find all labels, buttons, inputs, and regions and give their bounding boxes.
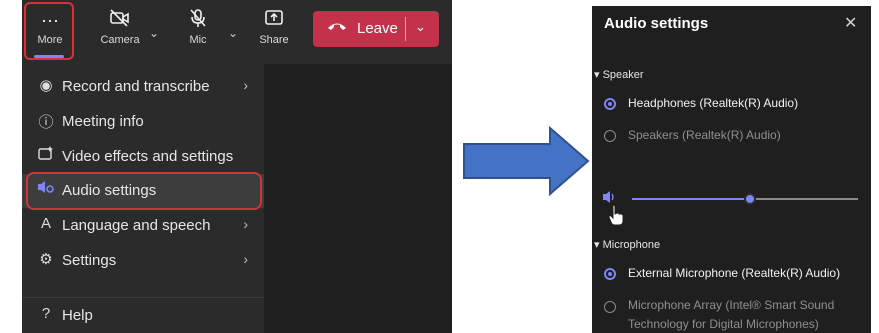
- caret-down-icon: ▾: [594, 239, 600, 251]
- camera-off-icon: [96, 8, 144, 34]
- record-icon: ◉: [39, 77, 53, 94]
- speaker-radio-speakers[interactable]: [604, 130, 616, 142]
- info-icon: ⓘ: [38, 114, 54, 131]
- more-button-highlight: [24, 2, 74, 60]
- speaker-option-label: Headphones (Realtek(R) Audio): [628, 96, 799, 110]
- menu-divider: [22, 297, 264, 298]
- panel-title: Audio settings: [604, 15, 709, 32]
- audio-settings-highlight: [26, 172, 262, 210]
- speaker-section-header[interactable]: ▾ Speaker: [594, 68, 644, 81]
- more-button-active-indicator: [34, 55, 64, 58]
- video-effects-icon: [36, 146, 56, 164]
- menu-item-language-and-speech[interactable]: A Language and speech ›: [22, 209, 264, 243]
- hand-cursor-icon: [608, 204, 624, 232]
- camera-button[interactable]: Camera: [96, 8, 144, 60]
- audio-settings-panel: Audio settings ✕ ▾ Speaker Headphones (R…: [592, 6, 871, 333]
- mic-button[interactable]: Mic: [180, 8, 216, 60]
- share-button[interactable]: Share: [256, 8, 292, 60]
- microphone-radio-array[interactable]: [604, 301, 616, 313]
- mic-off-icon: [180, 8, 216, 34]
- share-screen-icon: [256, 8, 292, 34]
- meeting-toolbar: ⋯ More Camera ⌄ Mic ⌄ Share Leave ⌄: [22, 0, 452, 64]
- submenu-chevron-icon: ›: [243, 77, 248, 93]
- menu-item-record-and-transcribe[interactable]: ◉ Record and transcribe ›: [22, 70, 264, 104]
- mic-options-chevron-icon[interactable]: ⌄: [228, 26, 238, 40]
- speaker-volume-thumb[interactable]: [743, 193, 756, 205]
- speaker-volume-slider[interactable]: [632, 193, 858, 205]
- microphone-section-header[interactable]: ▾ Microphone: [594, 238, 660, 251]
- camera-options-chevron-icon[interactable]: ⌄: [149, 26, 159, 40]
- close-icon[interactable]: ✕: [844, 13, 857, 33]
- microphone-option-label: External Microphone (Realtek(R) Audio): [628, 266, 841, 280]
- speaker-radio-headphones[interactable]: [604, 98, 616, 110]
- microphone-option-label-line1: Microphone Array (Intel® Smart Sound: [628, 298, 835, 312]
- submenu-chevron-icon: ›: [243, 216, 248, 232]
- right-arrow-icon: [462, 125, 590, 201]
- menu-item-settings[interactable]: ⚙ Settings ›: [22, 244, 264, 278]
- microphone-radio-external[interactable]: [604, 268, 616, 280]
- language-icon: A: [40, 215, 51, 232]
- microphone-option-label-line2: Technology for Digital Microphones): [628, 317, 819, 331]
- leave-options-chevron-icon[interactable]: ⌄: [415, 19, 426, 35]
- hang-up-icon: [327, 19, 347, 37]
- menu-item-help[interactable]: ? Help: [22, 299, 264, 333]
- menu-item-meeting-info[interactable]: ⓘ Meeting info: [22, 105, 264, 139]
- leave-button[interactable]: Leave ⌄: [313, 11, 439, 47]
- gear-icon: ⚙: [39, 251, 53, 268]
- speaker-volume-fill: [632, 198, 750, 200]
- teams-meeting-window: ⋯ More Camera ⌄ Mic ⌄ Share Leave ⌄ ◉ Re…: [22, 0, 452, 333]
- speaker-option-label: Speakers (Realtek(R) Audio): [628, 128, 781, 142]
- submenu-chevron-icon: ›: [243, 251, 248, 267]
- caret-down-icon: ▾: [594, 69, 600, 81]
- leave-button-divider: [405, 17, 406, 41]
- menu-item-video-effects[interactable]: Video effects and settings: [22, 140, 264, 174]
- help-icon: ?: [41, 305, 51, 322]
